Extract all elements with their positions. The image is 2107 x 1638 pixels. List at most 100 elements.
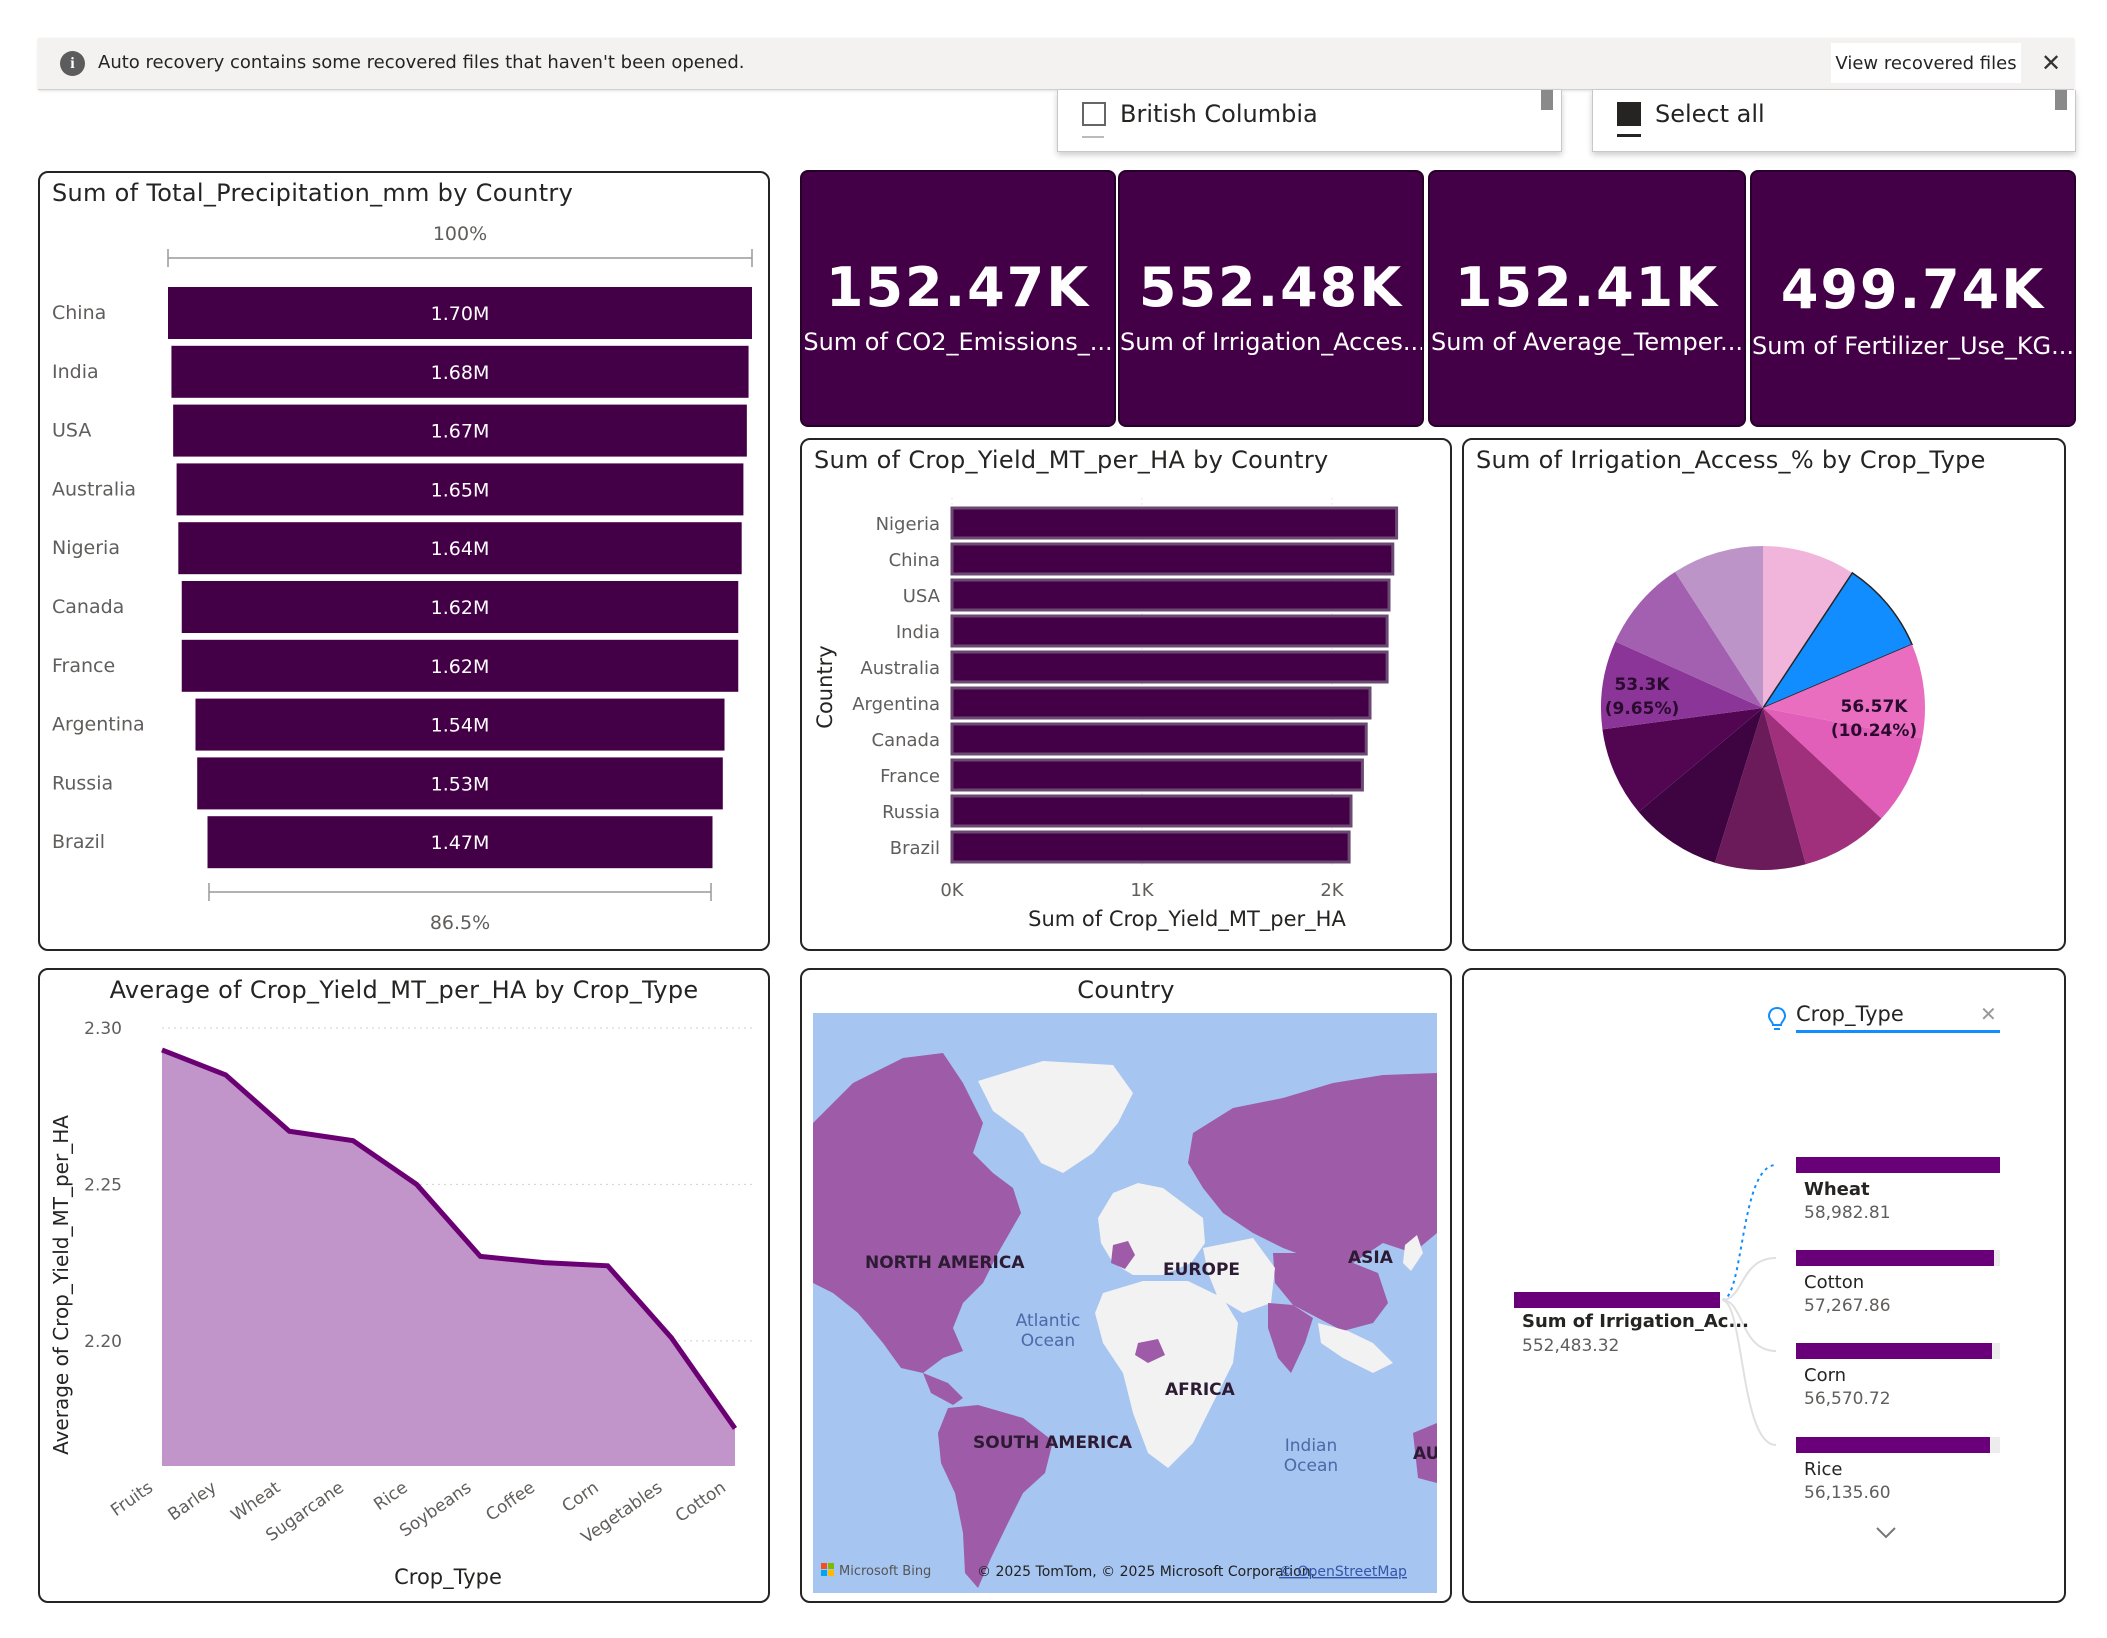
funnel-value-label: 1.62M [431, 597, 490, 619]
pie-data-label: 53.3K [1614, 675, 1670, 695]
decomp-bar[interactable] [1796, 1343, 1992, 1359]
area-x-tick: Coffee [482, 1478, 538, 1526]
bar[interactable] [950, 686, 1372, 720]
decomposition-tree-visual[interactable]: Crop_Type ✕ Sum of Irrigation_Ac... 552,… [1462, 968, 2066, 1603]
bar-category-label: Russia [882, 802, 940, 823]
bar-category-label: Australia [860, 658, 940, 679]
kpi-label: Sum of Fertilizer_Use_KG... [1752, 332, 2074, 360]
area-x-tick: Barley [165, 1478, 221, 1526]
kpi-co2-card[interactable]: 152.47K Sum of CO2_Emissions_... [802, 172, 1114, 425]
area-x-tick: Fruits [107, 1478, 157, 1521]
decomp-bar-track[interactable] [1796, 1250, 2000, 1266]
region-option-label: British Columbia [1120, 100, 1318, 128]
bar-category-label: India [896, 622, 940, 643]
map-label-europe: EUROPE [1163, 1260, 1240, 1280]
funnel-category-label: China [52, 302, 106, 324]
decomp-root-bar[interactable] [1514, 1292, 1720, 1308]
decomp-bar[interactable] [1796, 1157, 2000, 1173]
decomp-item-label: Cotton [1804, 1272, 1865, 1293]
pie-chart: 56.57K (10.24%) 53.3K (9.65%) [1601, 546, 1925, 870]
select-all-checkbox[interactable] [1617, 102, 1641, 126]
precipitation-funnel-visual[interactable]: Sum of Total_Precipitation_mm by Country… [38, 171, 770, 951]
decomp-item-label: Corn [1804, 1365, 1847, 1386]
kpi-irrigation-card[interactable]: 552.48K Sum of Irrigation_Acces... [1120, 172, 1422, 425]
bar-category-label: Brazil [890, 838, 940, 859]
kpi-value: 499.74K [1780, 258, 2046, 321]
area-x-tick: Soybeans [396, 1478, 475, 1542]
bar[interactable] [950, 830, 1351, 864]
kpi-value: 152.47K [825, 256, 1091, 319]
area-y-tick: 2.25 [84, 1175, 122, 1195]
view-recovered-files-button[interactable]: View recovered files [1831, 43, 2021, 83]
funnel-value-label: 1.47M [431, 832, 490, 854]
slicer-scrollbar[interactable] [1541, 90, 1553, 110]
map-attribution: © 2025 TomTom, © 2025 Microsoft Corporat… [977, 1564, 1315, 1580]
region-checkbox[interactable] [1082, 102, 1106, 126]
kpi-temperature-card[interactable]: 152.41K Sum of Average_Temper... [1430, 172, 1744, 425]
decomp-item-label: Wheat [1804, 1179, 1870, 1200]
decomp-item-value: 58,982.81 [1804, 1203, 1891, 1223]
bar-category-label: China [889, 550, 940, 571]
country-map-visual[interactable]: Country NORTH AMERICA EUROPE ASIA AFRICA… [800, 968, 1452, 1603]
decomp-item-value: 56,570.72 [1804, 1389, 1891, 1409]
select-all-label: Select all [1655, 100, 1765, 128]
map-label-north-america: NORTH AMERICA [865, 1253, 1025, 1273]
visual-title: Country [1077, 976, 1175, 1004]
decomp-bar[interactable] [1796, 1250, 1995, 1266]
map-label-au: AU [1413, 1444, 1437, 1464]
bar-x-tick: 0K [940, 880, 964, 901]
map-label-africa: AFRICA [1165, 1380, 1236, 1400]
region-slicer[interactable]: British Columbia [1057, 90, 1562, 152]
area-y-axis-title: Average of Crop_Yield_MT_per_HA [49, 1115, 73, 1455]
funnel-value-label: 1.65M [431, 479, 490, 501]
bar[interactable] [950, 578, 1391, 612]
crop-yield-bar-visual[interactable]: Sum of Crop_Yield_MT_per_HA by Country 0… [800, 438, 1452, 951]
funnel-value-label: 1.67M [431, 421, 490, 443]
bar-x-tick: 1K [1130, 880, 1154, 901]
bar-x-tick: 2K [1320, 880, 1344, 901]
bar[interactable] [950, 758, 1364, 792]
bar-category-label: Nigeria [876, 514, 940, 535]
kpi-value: 152.41K [1454, 256, 1720, 319]
decomp-bar[interactable] [1796, 1437, 1991, 1453]
openstreetmap-link[interactable]: © OpenStreetMap [1279, 1564, 1407, 1580]
funnel-category-label: Russia [52, 772, 113, 794]
decomp-bar-track[interactable] [1796, 1437, 2000, 1453]
chevron-down-icon[interactable] [1874, 1525, 1898, 1541]
bar[interactable] [950, 794, 1353, 828]
bar[interactable] [950, 650, 1389, 684]
bar-category-label: Canada [872, 730, 941, 751]
bar[interactable] [950, 506, 1399, 540]
bar[interactable] [950, 722, 1368, 756]
avg-yield-area-visual[interactable]: Average of Crop_Yield_MT_per_HA by Crop_… [38, 968, 770, 1603]
info-icon: i [60, 51, 85, 76]
funnel-value-label: 1.68M [431, 362, 490, 384]
recovery-banner: i Auto recovery contains some recovered … [38, 38, 2074, 90]
funnel-bottom-label: 86.5% [430, 912, 490, 934]
area-x-tick: Cotton [672, 1478, 730, 1527]
kpi-fertilizer-card[interactable]: 499.74K Sum of Fertilizer_Use_KG... [1752, 172, 2074, 425]
decomp-item-label: Rice [1804, 1459, 1843, 1480]
area-x-axis-title: Crop_Type [394, 1565, 502, 1590]
funnel-top-label: 100% [433, 223, 487, 245]
map-label-indian-ocean: Ocean [1284, 1456, 1338, 1476]
bar[interactable] [950, 614, 1389, 648]
decomp-bar-track[interactable] [1796, 1343, 2000, 1359]
decomp-item-value: 57,267.86 [1804, 1296, 1891, 1316]
bar[interactable] [950, 542, 1395, 576]
select-all-slicer[interactable]: Select all [1592, 90, 2076, 152]
area-fill [162, 1049, 735, 1466]
map-label-indian: Indian [1285, 1436, 1338, 1456]
banner-message: Auto recovery contains some recovered fi… [98, 52, 745, 73]
world-map[interactable]: NORTH AMERICA EUROPE ASIA AFRICA SOUTH A… [813, 1013, 1437, 1593]
irrigation-pie-visual[interactable]: Sum of Irrigation_Access_% by Crop_Type … [1462, 438, 2066, 951]
decomp-bar-track[interactable] [1796, 1157, 2000, 1173]
funnel-category-label: France [52, 655, 115, 677]
funnel-category-label: Australia [52, 478, 136, 500]
kpi-label: Sum of CO2_Emissions_... [803, 328, 1113, 356]
funnel-value-label: 1.62M [431, 656, 490, 678]
funnel-category-label: USA [52, 420, 91, 442]
close-icon[interactable]: ✕ [2036, 48, 2066, 78]
kpi-label: Sum of Average_Temper... [1430, 328, 1744, 356]
slicer-scrollbar[interactable] [2055, 90, 2067, 110]
